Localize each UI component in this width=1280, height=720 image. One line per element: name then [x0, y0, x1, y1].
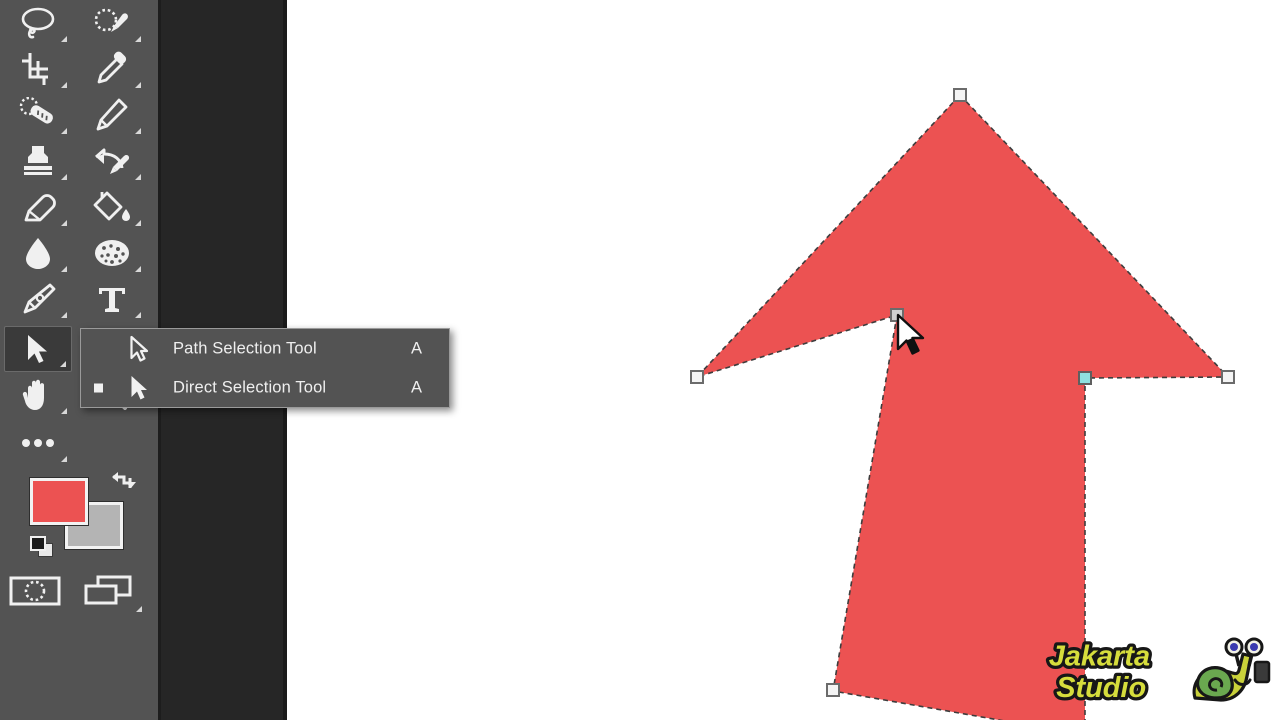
arrow-shape-fill[interactable] [697, 95, 1228, 720]
flyout-item-path-selection-tool[interactable]: Path Selection Tool A [81, 329, 449, 368]
flyout-item-direct-selection-tool[interactable]: Direct Selection Tool A [81, 368, 449, 407]
tool-crop[interactable] [4, 46, 72, 92]
flyout-indicator-icon [135, 312, 141, 318]
anchor-point[interactable] [953, 88, 967, 102]
anchor-point-selected[interactable] [1078, 371, 1092, 385]
quick-mask-icon [9, 576, 61, 606]
default-colors-icon[interactable] [30, 536, 56, 558]
tool-lasso[interactable] [4, 0, 72, 46]
solid-arrow-icon [127, 374, 153, 402]
watermark-logo: Jakarta Jakarta Studio Studio [1045, 634, 1273, 714]
svg-text:Jakarta: Jakarta [1049, 640, 1150, 672]
flyout-indicator-icon [61, 408, 67, 414]
screen-mode-icon [84, 575, 132, 605]
flyout-indicator-icon [60, 361, 66, 367]
flyout-indicator-icon [61, 266, 67, 272]
tool-pencil[interactable] [78, 92, 146, 138]
flyout-indicator-icon [136, 606, 142, 612]
flyout-indicator-icon [61, 220, 67, 226]
flyout-indicator-icon [61, 312, 67, 318]
anchor-point[interactable] [826, 683, 840, 697]
foreground-color-swatch[interactable] [29, 477, 89, 526]
flyout-indicator-icon [135, 174, 141, 180]
anchor-point[interactable] [1221, 370, 1235, 384]
tool-clone-stamp[interactable] [4, 138, 72, 184]
tool-blur[interactable] [4, 230, 72, 276]
flyout-indicator-icon [61, 128, 67, 134]
color-swatches[interactable] [18, 472, 138, 564]
tool-flyout-menu[interactable]: Path Selection Tool A Direct Selection T… [80, 328, 450, 408]
flyout-indicator-icon [135, 128, 141, 134]
tool-type[interactable] [78, 276, 146, 322]
flyout-indicator-icon [61, 36, 67, 42]
flyout-indicator-icon [135, 266, 141, 272]
anchor-point[interactable] [690, 370, 704, 384]
selected-bullet-icon [94, 383, 103, 392]
flyout-item-label: Path Selection Tool [173, 339, 317, 357]
flyout-indicator-icon [61, 456, 67, 462]
tool-paint-bucket[interactable] [78, 184, 146, 230]
watermark-text: Jakarta Jakarta Studio Studio [1045, 637, 1153, 707]
tool-eyedropper[interactable] [78, 46, 146, 92]
screen-mode-button[interactable] [82, 574, 144, 614]
flyout-item-shortcut: A [410, 378, 422, 396]
tool-edit-toolbar[interactable] [4, 420, 72, 466]
flyout-indicator-icon [135, 36, 141, 42]
anchor-point[interactable] [890, 308, 904, 322]
tool-eraser[interactable] [4, 184, 72, 230]
flyout-indicator-icon [61, 82, 67, 88]
tool-path-selection[interactable] [4, 326, 72, 372]
flyout-item-label: Direct Selection Tool [173, 378, 327, 396]
tool-history-brush[interactable] [78, 138, 146, 184]
snail-mascot-icon [1192, 637, 1271, 702]
tool-pen[interactable] [4, 276, 72, 322]
tool-healing-brush[interactable] [4, 92, 72, 138]
flyout-indicator-icon [61, 174, 67, 180]
flyout-item-shortcut: A [410, 339, 422, 357]
photoshop-window: Jakarta Jakarta Studio Studio Path Selec… [0, 0, 1280, 720]
quick-mask-mode-button[interactable] [8, 574, 70, 614]
tool-hand[interactable] [4, 372, 72, 418]
hollow-arrow-icon [127, 335, 153, 363]
tool-quick-selection[interactable] [78, 0, 146, 46]
flyout-indicator-icon [135, 82, 141, 88]
flyout-indicator-icon [135, 220, 141, 226]
tool-dodge[interactable] [78, 230, 146, 276]
svg-text:Studio: Studio [1056, 672, 1146, 704]
swap-colors-icon[interactable] [110, 470, 136, 494]
